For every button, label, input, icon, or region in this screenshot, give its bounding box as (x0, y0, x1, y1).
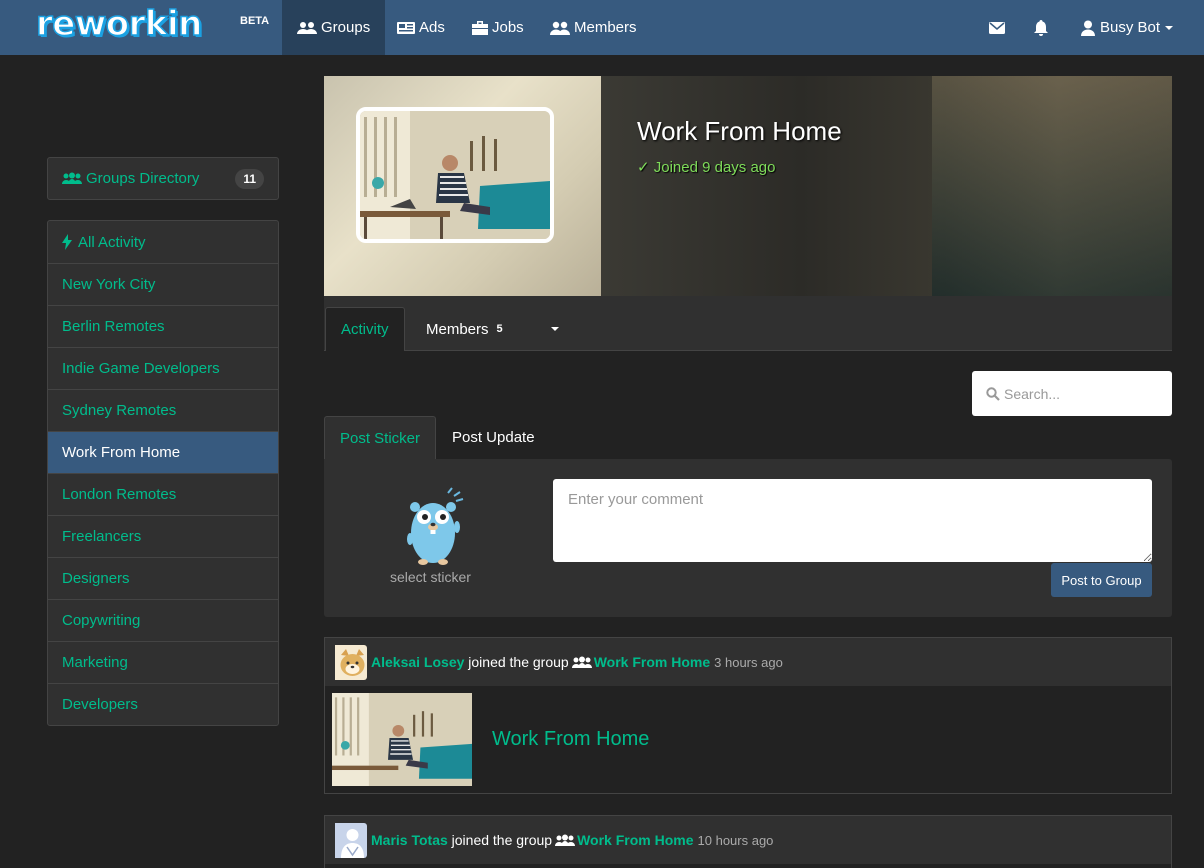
sidebar-item-label: Berlin Remotes (62, 318, 165, 335)
tab-activity[interactable]: Activity (325, 307, 405, 351)
brand-logo[interactable]: reworkin (35, 3, 203, 45)
gopher-sticker-icon (407, 487, 464, 565)
tab-members-label: Members (426, 320, 489, 338)
sidebar-item-marketing[interactable]: Marketing (48, 641, 278, 683)
group-thumbnail[interactable] (332, 693, 472, 786)
notifications-button[interactable] (1034, 0, 1048, 55)
sidebar-item-label: Copywriting (62, 612, 141, 629)
tab-post-sticker[interactable]: Post Sticker (324, 416, 437, 459)
tab-members[interactable]: Members 5 (411, 307, 518, 351)
nav-jobs-label: Jobs (492, 19, 524, 36)
sticker-picker[interactable] (402, 487, 466, 567)
briefcase-icon (472, 20, 488, 35)
select-sticker-label: select sticker (390, 569, 471, 585)
groups-count-badge: 11 (235, 168, 264, 189)
groups-directory-label: Groups Directory (86, 170, 200, 187)
sidebar-item-all-activity[interactable]: All Activity (48, 221, 278, 263)
envelope-icon (989, 21, 1005, 34)
activity-action: joined the group (451, 832, 553, 848)
user-menu[interactable]: Busy Bot (1081, 0, 1174, 55)
tab-more-dropdown[interactable] (531, 307, 574, 351)
sidebar-item-label: All Activity (78, 233, 146, 251)
caret-down-icon (551, 327, 559, 331)
tab-post-sticker-label: Post Sticker (340, 429, 421, 447)
header-background-blurred (601, 76, 1172, 296)
sidebar-item-indie-game-developers[interactable]: Indie Game Developers (48, 347, 278, 389)
activity-group-link[interactable]: Work From Home (594, 654, 710, 670)
top-navbar: reworkin BETA Groups Ads Jobs Members Bu… (0, 0, 1204, 55)
avatar[interactable] (332, 644, 367, 680)
comment-input[interactable] (553, 479, 1152, 562)
users-icon (297, 21, 317, 34)
activity-item: Aleksai Losey joined the group Work From… (324, 637, 1172, 794)
user-name: Busy Bot (1100, 19, 1161, 36)
sidebar-item-freelancers[interactable]: Freelancers (48, 515, 278, 557)
post-to-group-button[interactable]: Post to Group (1051, 563, 1152, 597)
activity-user-link[interactable]: Maris Totas (371, 832, 448, 848)
groups-directory-button[interactable]: Groups Directory 11 (47, 157, 279, 200)
users-icon (571, 656, 592, 668)
activity-group-title-link[interactable]: Work From Home (492, 728, 649, 751)
sidebar-item-label: Marketing (62, 654, 128, 671)
group-tabs: Activity Members 5 (324, 296, 1172, 351)
activity-timestamp: 3 hours ago (714, 654, 783, 670)
sidebar-item-label: Sydney Remotes (62, 402, 177, 419)
nav-ads-label: Ads (419, 19, 445, 36)
messages-button[interactable] (989, 0, 1005, 55)
activity-user-link[interactable]: Aleksai Losey (371, 654, 464, 670)
activity-header: Maris Totas joined the group Work From H… (325, 816, 1171, 864)
user-friends-icon (550, 21, 570, 35)
sidebar-item-london-remotes[interactable]: London Remotes (48, 473, 278, 515)
sidebar-item-label: Developers (62, 696, 138, 713)
users-icon (62, 172, 82, 184)
activity-header: Aleksai Losey joined the group Work From… (325, 638, 1171, 686)
activity-group-link[interactable]: Work From Home (577, 832, 693, 848)
user-icon (1081, 20, 1095, 36)
newspaper-icon (397, 21, 415, 34)
sidebar-item-designers[interactable]: Designers (48, 557, 278, 599)
bolt-icon (62, 234, 72, 250)
tab-post-update[interactable]: Post Update (437, 416, 550, 459)
joined-status: ✓ Joined 9 days ago (637, 159, 776, 176)
group-cover-photo (356, 107, 554, 243)
activity-timestamp: 10 hours ago (697, 832, 774, 848)
tab-post-update-label: Post Update (452, 429, 535, 446)
tab-activity-label: Activity (341, 321, 389, 338)
sidebar-item-label: London Remotes (62, 486, 177, 503)
sidebar-item-label: Designers (62, 570, 130, 587)
group-title: Work From Home (637, 116, 842, 146)
groups-sidebar: All Activity New York City Berlin Remote… (47, 220, 279, 726)
sidebar-item-label: Indie Game Developers (62, 360, 220, 377)
sidebar-item-sydney-remotes[interactable]: Sydney Remotes (48, 389, 278, 431)
sidebar-item-new-york-city[interactable]: New York City (48, 263, 278, 305)
sidebar-item-label: Freelancers (62, 528, 142, 545)
search-box[interactable] (972, 371, 1172, 416)
beta-label: BETA (240, 15, 270, 27)
users-icon (555, 834, 576, 846)
nav-members-label: Members (574, 19, 637, 36)
nav-members[interactable]: Members (535, 0, 652, 55)
search-icon (986, 386, 1000, 401)
sidebar-item-developers[interactable]: Developers (48, 683, 278, 725)
search-input[interactable] (1004, 385, 1154, 402)
bell-icon (1034, 19, 1048, 36)
post-composer: select sticker Post to Group (324, 459, 1172, 617)
sidebar-item-work-from-home[interactable]: Work From Home (48, 431, 278, 473)
sidebar-item-berlin-remotes[interactable]: Berlin Remotes (48, 305, 278, 347)
nav-groups-label: Groups (321, 19, 371, 36)
activity-body: Work From Home (325, 686, 1171, 793)
sidebar-item-label: Work From Home (62, 444, 181, 461)
members-count: 5 (496, 323, 503, 335)
sidebar-item-copywriting[interactable]: Copywriting (48, 599, 278, 641)
sidebar-item-label: New York City (62, 276, 156, 293)
caret-down-icon (1165, 25, 1174, 30)
avatar[interactable] (332, 822, 367, 858)
nav-jobs[interactable]: Jobs (457, 0, 539, 55)
activity-item: Maris Totas joined the group Work From H… (324, 815, 1172, 868)
group-header-banner: Work From Home ✓ Joined 9 days ago (324, 76, 1172, 296)
activity-action: joined the group (468, 654, 569, 670)
nav-ads[interactable]: Ads (382, 0, 460, 55)
nav-groups[interactable]: Groups (282, 0, 386, 55)
